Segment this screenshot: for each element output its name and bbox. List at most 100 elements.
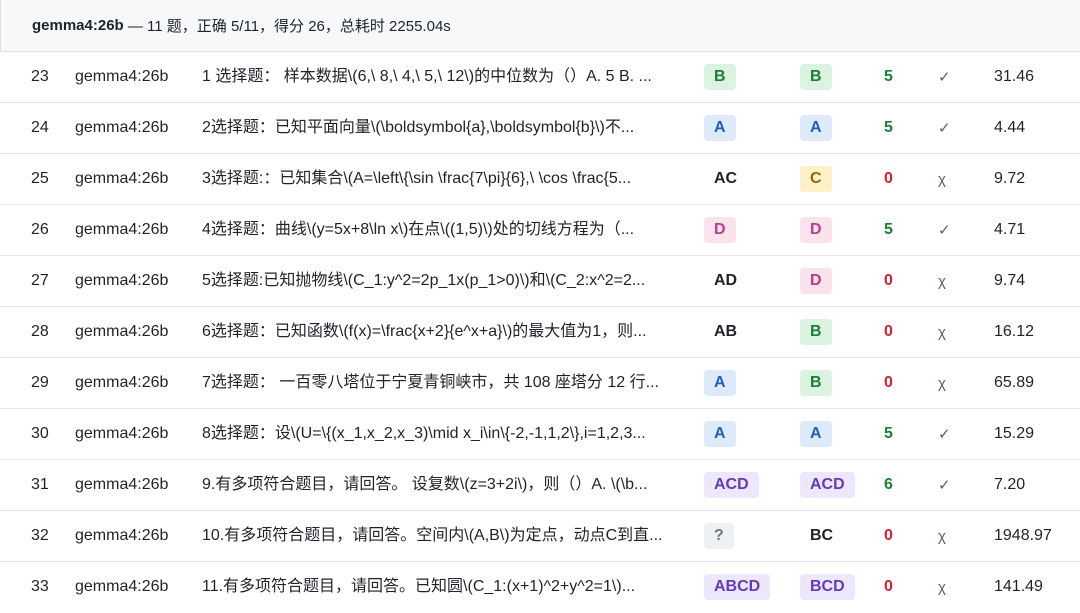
table-row[interactable]: 30 gemma4:26b 8选择题：设\(U=\{(x_1,x_2,x_3)\mi… [0,409,1080,460]
group-summary: — 11 题，正确 5/11，得分 26，总耗时 2255.04s [123,18,451,35]
row-question[interactable]: 11.有多项符合题目，请回答。已知圆\(C_1:(x+1)^2+y^2=1\).… [202,562,692,612]
cross-icon: χ [938,578,946,596]
row-predicted-answer: AD [704,256,784,306]
table-row[interactable]: 23 gemma4:26b 1 选择题： 样本数据\(6,\ 8,\ 4,\ 5,\… [0,52,1080,103]
row-predicted-answer: ACD [704,460,784,510]
table-row[interactable]: 29 gemma4:26b 7选择题： 一百零八塔位于宁夏青铜峡市，共 108 座塔… [0,358,1080,409]
results-panel: gemma4:26b — 11 题，正确 5/11，得分 26，总耗时 2255… [0,0,1080,607]
row-correct-answer: D [800,205,880,255]
correct-answer-badge: BC [810,527,834,544]
row-time: 9.72 [994,170,1026,187]
row-score: 0 [884,272,893,289]
row-id: 26 [31,221,49,238]
predicted-answer-badge: D [704,217,736,243]
row-score: 5 [884,221,893,238]
group-header[interactable]: gemma4:26b — 11 题，正确 5/11，得分 26，总耗时 2255… [0,0,1080,52]
correct-answer-badge: B [800,319,832,345]
predicted-answer-badge: ? [704,523,734,549]
row-correct-answer: D [800,256,880,306]
row-predicted-answer: B [704,52,784,102]
row-question[interactable]: 10.有多项符合题目，请回答。空间内\(A,B\)为定点，动点C到直... [202,511,692,561]
predicted-answer-badge: B [704,64,736,90]
row-model: gemma4:26b [75,374,169,391]
row-question[interactable]: 4选择题：曲线\(y=5x+8\ln x\)在点\((1,5)\)处的切线方程为… [202,205,692,255]
correct-answer-badge: A [800,115,832,141]
row-id: 28 [31,323,49,340]
row-correct-answer: A [800,409,880,459]
row-time: 1948.97 [994,527,1052,544]
correct-answer-badge: B [800,370,832,396]
row-correct-answer: C [800,154,880,204]
cross-icon: χ [938,170,946,188]
row-correct-answer: BCD [800,562,880,612]
row-correct-answer: ACD [800,460,880,510]
cross-icon: χ [938,323,946,341]
row-score: 0 [884,578,893,595]
check-icon: ✓ [938,120,951,137]
table-row[interactable]: 27 gemma4:26b 5选择题:已知抛物线\(C_1:y^2=2p_1x(p_… [0,256,1080,307]
row-id: 33 [31,578,49,595]
predicted-answer-badge: AD [714,272,738,289]
row-predicted-answer: ? [704,511,784,561]
row-question[interactable]: 8选择题：设\(U=\{(x_1,x_2,x_3)\mid x_i\in\{-2… [202,409,692,459]
predicted-answer-badge: A [704,370,736,396]
check-icon: ✓ [938,69,951,86]
row-time: 15.29 [994,425,1035,442]
table-row[interactable]: 24 gemma4:26b 2选择题：已知平面向量\(\boldsymbol{a},… [0,103,1080,154]
predicted-answer-badge: A [704,421,736,447]
row-time: 9.74 [994,272,1026,289]
table-row[interactable]: 26 gemma4:26b 4选择题：曲线\(y=5x+8\ln x\)在点\((1… [0,205,1080,256]
predicted-answer-badge: A [704,115,736,141]
row-time: 4.44 [994,119,1026,136]
predicted-answer-badge: AB [714,323,738,340]
cross-icon: χ [938,374,946,392]
row-correct-answer: B [800,52,880,102]
correct-answer-badge: D [800,217,832,243]
row-question[interactable]: 2选择题：已知平面向量\(\boldsymbol{a},\boldsymbol{… [202,103,692,153]
row-id: 27 [31,272,49,289]
row-score: 5 [884,119,893,136]
correct-answer-badge: ACD [800,472,855,498]
row-model: gemma4:26b [75,221,169,238]
check-icon: ✓ [938,222,951,239]
table-row[interactable]: 32 gemma4:26b 10.有多项符合题目，请回答。空间内\(A,B\)为定点… [0,511,1080,562]
row-predicted-answer: AC [704,154,784,204]
row-score: 6 [884,476,893,493]
predicted-answer-badge: ACD [704,472,759,498]
row-model: gemma4:26b [75,476,169,493]
row-model: gemma4:26b [75,272,169,289]
row-model: gemma4:26b [75,170,169,187]
row-model: gemma4:26b [75,68,169,85]
row-correct-answer: B [800,307,880,357]
table-row[interactable]: 28 gemma4:26b 6选择题：已知函数\(f(x)=\frac{x+2}{e… [0,307,1080,358]
correct-answer-badge: BCD [800,574,855,600]
row-question[interactable]: 1 选择题： 样本数据\(6,\ 8,\ 4,\ 5,\ 12\)的中位数为（）… [202,52,692,102]
row-predicted-answer: A [704,358,784,408]
row-question[interactable]: 9.有多项符合题目，请回答。 设复数\(z=3+2i\)，则（）A. \(\b.… [202,460,692,510]
row-question[interactable]: 3选择题:：已知集合\(A=\left\{\sin \frac{7\pi}{6}… [202,154,692,204]
row-correct-answer: A [800,103,880,153]
row-predicted-answer: A [704,103,784,153]
row-id: 31 [31,476,49,493]
row-question[interactable]: 6选择题：已知函数\(f(x)=\frac{x+2}{e^x+a}\)的最大值为… [202,307,692,357]
correct-answer-badge: C [800,166,832,192]
table-row[interactable]: 31 gemma4:26b 9.有多项符合题目，请回答。 设复数\(z=3+2i\)… [0,460,1080,511]
row-score: 5 [884,425,893,442]
row-correct-answer: BC [800,511,880,561]
table-row[interactable]: 33 gemma4:26b 11.有多项符合题目，请回答。已知圆\(C_1:(x+1… [0,562,1080,613]
row-time: 16.12 [994,323,1035,340]
row-time: 65.89 [994,374,1035,391]
cross-icon: χ [938,527,946,545]
row-correct-answer: B [800,358,880,408]
row-score: 0 [884,170,893,187]
table-row[interactable]: 25 gemma4:26b 3选择题:：已知集合\(A=\left\{\sin \f… [0,154,1080,205]
check-icon: ✓ [938,426,951,443]
row-id: 32 [31,527,49,544]
correct-answer-badge: A [800,421,832,447]
group-model-name: gemma4:26b [32,17,124,34]
row-model: gemma4:26b [75,527,169,544]
row-question[interactable]: 5选择题:已知抛物线\(C_1:y^2=2p_1x(p_1>0)\)和\(C_2… [202,256,692,306]
row-id: 30 [31,425,49,442]
row-score: 5 [884,68,893,85]
row-question[interactable]: 7选择题： 一百零八塔位于宁夏青铜峡市，共 108 座塔分 12 行... [202,358,692,408]
